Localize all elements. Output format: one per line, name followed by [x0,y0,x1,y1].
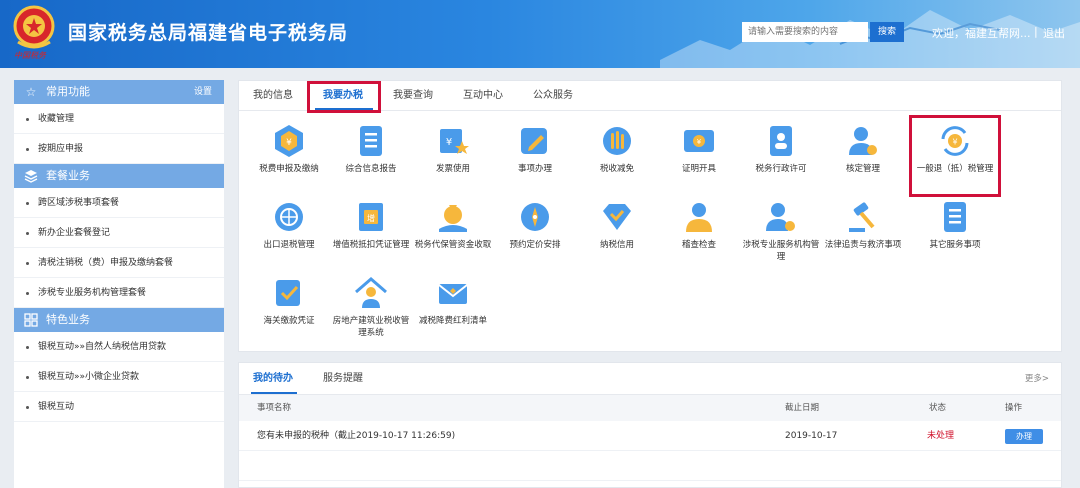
more-link[interactable]: 更多> [1025,363,1049,395]
svg-text:¥: ¥ [446,137,452,148]
service-tax-declare[interactable]: ¥ 税费申报及缴纳 [249,123,329,175]
service-report[interactable]: 综合信息报告 [331,123,411,175]
sidebar-section-packages[interactable]: 套餐业务 [14,164,224,188]
header-separator: | [1034,25,1038,38]
sidebar-item[interactable]: 银税互动 [14,392,224,422]
customs-icon [276,280,300,306]
service-legal[interactable]: 法律追责与救济事项 [823,199,903,251]
search-button[interactable]: 搜索 [870,22,904,42]
service-customs[interactable]: 海关缴款凭证 [249,275,329,327]
coins-icon [603,127,631,155]
compass-icon [521,203,549,231]
active-tab-underline [251,392,297,394]
svg-text:¥: ¥ [952,138,957,147]
refund-icon: ¥ [941,126,969,156]
sidebar-item[interactable]: 跨区域涉税事项套餐 [14,188,224,218]
service-inspection[interactable]: 稽查检查 [659,199,739,251]
service-other[interactable]: 其它服务事项 [915,199,995,251]
site-title: 国家税务总局福建省电子税务局 [68,22,349,44]
service-tax-relief[interactable]: 税收减免 [577,123,657,175]
tab-public-service[interactable]: 公众服务 [533,81,573,111]
layers-icon [24,169,38,183]
gavel-icon [849,202,875,232]
sidebar-item[interactable]: 银税互动»»小微企业贷款 [14,362,224,392]
service-matters[interactable]: 事项办理 [495,123,575,175]
table-row: 您有未申报的税种（截止2019-10-17 11:26:59) 2019-10-… [239,421,1061,451]
todo-item-name[interactable]: 您有未申报的税种（截止2019-10-17 11:26:59) [257,421,455,451]
status-badge: 未处理 [927,431,955,441]
service-credit[interactable]: 纳税信用 [577,199,657,251]
svg-text:¥: ¥ [697,138,702,146]
settings-link[interactable]: 设置 [194,80,212,104]
sidebar-section-title: 特色业务 [46,313,90,326]
service-tax-cut-list[interactable]: 减税降费红利清单 [413,275,493,327]
report-icon [360,126,382,156]
column-header: 事项名称 [257,403,292,413]
service-panel: 我的信息 我要办税 我要查询 互动中心 公众服务 ¥ 税费申报及缴纳 综合信息报… [238,80,1062,352]
tab-interaction[interactable]: 互动中心 [463,81,503,111]
service-permit[interactable]: 税务行政许可 [741,123,821,175]
welcome-text: 欢迎，福建互帮网... [932,27,1031,40]
service-vat-deduction[interactable]: 增 增值税抵扣凭证管理 [331,199,411,251]
sidebar-item[interactable]: 按期应申报 [14,134,224,164]
service-real-estate[interactable]: 房地产建筑业税收管理系统 [331,275,411,339]
svg-text:¥: ¥ [286,138,292,148]
service-invoice[interactable]: ¥ 发票使用 [413,123,493,175]
service-agency-mgmt[interactable]: 涉税专业服务机构管理 [741,199,821,263]
sidebar-item[interactable]: 清税注销税（费）申报及缴纳套餐 [14,248,224,278]
tax-declare-icon: ¥ [275,125,303,157]
service-refund[interactable]: ¥ 一般退（抵）税管理 [915,123,995,175]
column-header: 操作 [1005,403,1023,413]
sidebar-section-title: 常用功能 [46,85,90,98]
service-export-refund[interactable]: 出口退税管理 [249,199,329,251]
tab-service-reminder[interactable]: 服务提醒 [323,363,363,395]
highlight-box-tab [307,81,381,113]
permit-icon [770,126,792,156]
svg-text:增: 增 [367,213,375,223]
tab-my-info[interactable]: 我的信息 [253,81,293,111]
user-gear-icon [849,127,877,155]
money-bag-icon [439,205,467,232]
sidebar-item[interactable]: 涉税专业服务机构管理套餐 [14,278,224,308]
sidebar-section-featured[interactable]: 特色业务 [14,308,224,332]
agency-icon [766,203,795,231]
todo-panel: 我的待办 服务提醒 更多> 事项名称 截止日期 状态 操作 您有未申报的税种（截… [238,362,1062,488]
sidebar-item[interactable]: 收藏管理 [14,104,224,134]
invoice-icon: ¥ [440,129,469,154]
edit-icon [521,128,547,154]
sidebar-section-common[interactable]: ☆ 常用功能 设置 [14,80,224,104]
sidebar-item[interactable]: 银税互动»»自然人纳税信用贷款 [14,332,224,362]
sidebar-item[interactable]: 新办企业套餐登记 [14,218,224,248]
emblem-signature: 中国税务 [14,51,46,60]
search-input[interactable] [742,22,868,42]
sidebar: ☆ 常用功能 设置 收藏管理 按期应申报 套餐业务 跨区域涉税事项套餐 新办企业… [14,80,224,488]
mail-icon [438,284,468,304]
inspector-icon [686,203,712,232]
todo-deadline: 2019-10-17 [785,431,838,441]
service-assessment[interactable]: 核定管理 [823,123,903,175]
vat-icon: 增 [359,203,383,231]
house-icon [355,277,387,308]
handle-button[interactable]: 办理 [1005,429,1043,444]
diamond-icon [603,204,631,230]
certificate-icon: ¥ [684,130,714,152]
site-header: 中国税务 国家税务总局福建省电子税务局 搜索 欢迎，福建互帮网... | 退出 [0,0,1080,68]
export-icon [275,203,303,231]
column-header: 状态 [929,403,947,413]
table-row-empty [239,451,1061,481]
column-header: 截止日期 [785,403,820,413]
service-custody-funds[interactable]: 税务代保管资金收取 [413,199,493,251]
list-icon [944,202,966,232]
table-header: 事项名称 截止日期 状态 操作 [239,395,1061,421]
grid-icon [24,313,38,327]
service-certificate[interactable]: ¥ 证明开具 [659,123,739,175]
tab-query[interactable]: 我要查询 [393,81,433,111]
sidebar-section-title: 套餐业务 [46,169,90,182]
todo-tabs: 我的待办 服务提醒 更多> [239,363,1061,395]
tax-emblem-icon [13,5,55,49]
service-pricing[interactable]: 预约定价安排 [495,199,575,251]
tab-my-todo[interactable]: 我的待办 [253,363,293,395]
logout-link[interactable]: 退出 [1043,25,1065,41]
star-icon: ☆ [25,85,37,99]
